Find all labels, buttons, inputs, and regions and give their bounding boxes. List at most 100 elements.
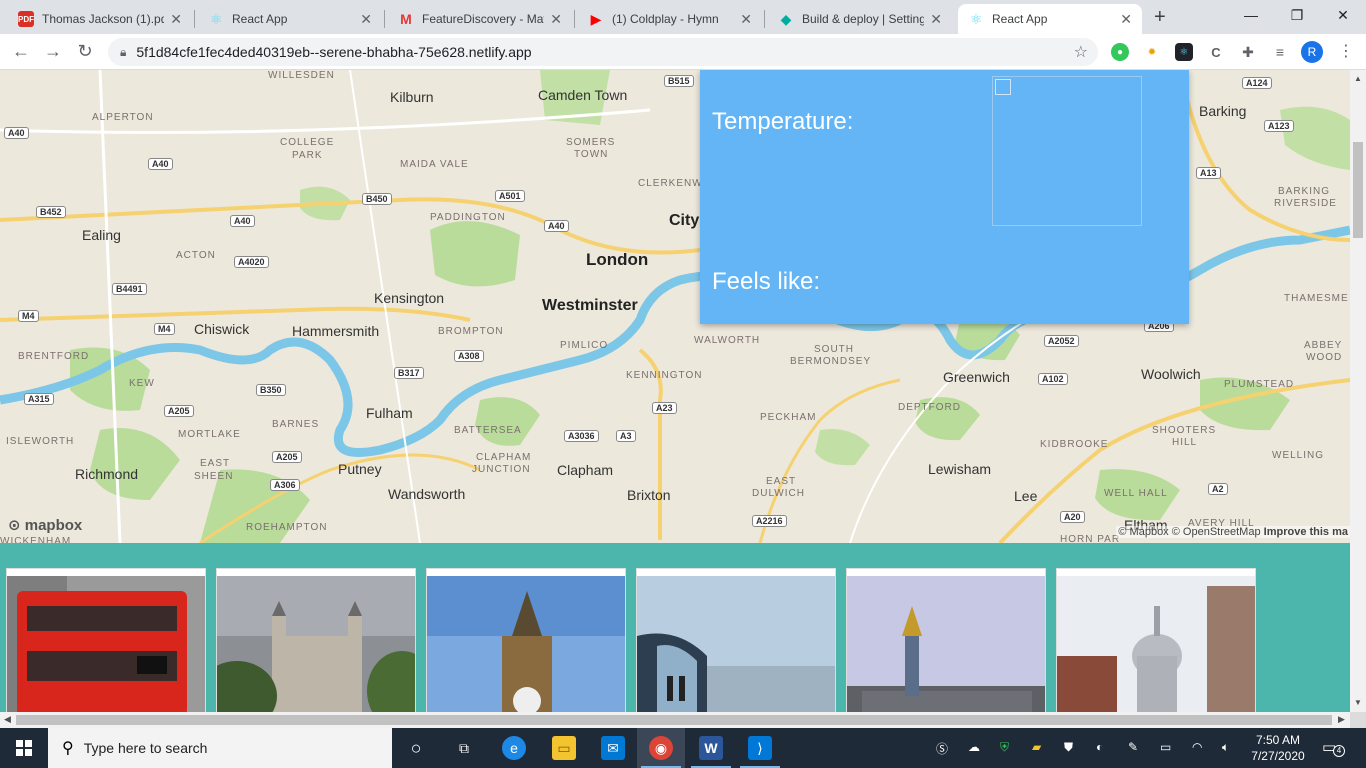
browser-tab[interactable]: PDF Thomas Jackson (1).pdf ✕ xyxy=(8,4,192,34)
close-tab-icon[interactable]: ✕ xyxy=(170,11,182,28)
district-label: PARK xyxy=(292,150,323,161)
close-tab-icon[interactable]: ✕ xyxy=(550,11,562,28)
skype-tray-icon[interactable]: Ⓢ xyxy=(936,740,948,757)
app-tray-icon[interactable]: ◐ xyxy=(1096,740,1103,754)
search-placeholder: Type here to search xyxy=(83,740,208,756)
weather-tray-icon[interactable]: ☁ xyxy=(968,740,980,754)
shield-tray-icon[interactable]: ⛨ xyxy=(1000,740,1009,755)
close-tab-icon[interactable]: ✕ xyxy=(1120,11,1132,28)
battery-icon[interactable]: ▭ xyxy=(1160,740,1171,754)
district-label: ACTON xyxy=(176,250,216,261)
horizontal-scrollbar[interactable]: ◀ ▶ xyxy=(0,712,1350,728)
close-window-button[interactable]: ✕ xyxy=(1320,0,1366,30)
windows-logo-icon xyxy=(16,740,32,756)
chrome-icon[interactable]: ◉ xyxy=(649,736,673,760)
district-label: DEPTFORD xyxy=(898,402,961,413)
osm-attribution-link[interactable]: © OpenStreetMap xyxy=(1172,526,1261,538)
tab-title: FeatureDiscovery - Mat xyxy=(422,12,545,26)
maximize-button[interactable]: ❐ xyxy=(1274,0,1320,30)
district-label: KENNINGTON xyxy=(626,370,703,381)
road-shield: B515 xyxy=(664,75,694,87)
wifi-icon[interactable]: ◠ xyxy=(1192,740,1202,754)
word-icon[interactable]: W xyxy=(699,736,723,760)
district-label: PECKHAM xyxy=(760,412,817,423)
photo-card[interactable] xyxy=(636,568,836,712)
vertical-scroll-thumb[interactable] xyxy=(1353,142,1363,238)
scroll-left-arrow-icon[interactable]: ◀ xyxy=(4,714,11,725)
network-drive-tray-icon[interactable]: ▰ xyxy=(1032,740,1041,754)
tab-favicon-icon: M xyxy=(400,11,412,27)
close-tab-icon[interactable]: ✕ xyxy=(930,11,942,28)
volume-icon[interactable]: 🔈︎ xyxy=(1222,740,1229,755)
tab-title: Build & deploy | Setting xyxy=(802,12,925,26)
security-tray-icon[interactable]: ⛊ xyxy=(1064,740,1073,755)
back-button[interactable]: ← xyxy=(10,41,32,62)
new-tab-button[interactable]: + xyxy=(1154,6,1166,29)
task-view-icon[interactable]: ⧉ xyxy=(452,736,476,760)
browser-tab[interactable]: ▶ (1) Coldplay - Hymn ✕ xyxy=(578,4,762,34)
extension-green-icon[interactable]: ● xyxy=(1111,43,1129,61)
place-label: London xyxy=(586,250,649,269)
london-eye-photo xyxy=(637,576,835,712)
pen-tray-icon[interactable]: ✎ xyxy=(1128,740,1138,754)
buckingham-palace-photo xyxy=(847,576,1045,712)
horizontal-scroll-thumb[interactable] xyxy=(16,715,1332,725)
vertical-scrollbar[interactable]: ▲ ▼ xyxy=(1350,70,1366,712)
forward-button[interactable]: → xyxy=(42,41,64,62)
browser-tab[interactable]: ⚛ React App ✕ xyxy=(958,4,1142,34)
st-pauls-photo xyxy=(1057,576,1255,712)
start-button[interactable] xyxy=(0,728,48,768)
improve-map-link[interactable]: Improve this ma xyxy=(1264,526,1348,538)
browser-menu-icon[interactable]: ⋮ xyxy=(1338,41,1354,61)
photo-card[interactable] xyxy=(426,568,626,712)
photo-card[interactable] xyxy=(1056,568,1256,712)
minimize-button[interactable]: — xyxy=(1228,0,1274,30)
taskbar-clock[interactable]: 7:50 AM 7/27/2020 xyxy=(1246,732,1310,764)
scroll-down-arrow-icon[interactable]: ▼ xyxy=(1354,698,1362,707)
photo-card[interactable] xyxy=(6,568,206,712)
road-shield: A2 xyxy=(1208,483,1228,495)
scroll-up-arrow-icon[interactable]: ▲ xyxy=(1354,74,1362,83)
district-label: WOOD xyxy=(1306,352,1343,363)
action-center-icon[interactable]: ▭ 4 xyxy=(1322,738,1345,757)
media-control-icon[interactable]: ≡ xyxy=(1271,43,1289,61)
weather-icon-image xyxy=(992,76,1142,226)
scroll-right-arrow-icon[interactable]: ▶ xyxy=(1338,714,1345,725)
district-label: PIMLICO xyxy=(560,340,609,351)
address-bar[interactable]: 🔒︎ 5f1d84cfe1fec4ded40319eb--serene-bhab… xyxy=(108,38,1098,66)
close-tab-icon[interactable]: ✕ xyxy=(740,11,752,28)
browser-tab[interactable]: M FeatureDiscovery - Mat ✕ xyxy=(388,4,572,34)
reload-button[interactable]: ↻ xyxy=(74,41,96,62)
file-explorer-icon[interactable]: ▭ xyxy=(552,736,576,760)
road-shield: A40 xyxy=(230,215,255,227)
photo-card[interactable] xyxy=(216,568,416,712)
place-label: Richmond xyxy=(75,466,139,482)
close-tab-icon[interactable]: ✕ xyxy=(360,11,372,28)
cortana-icon[interactable]: ○ xyxy=(404,736,428,760)
mapbox-attribution-link[interactable]: © Mapbox xyxy=(1118,526,1168,538)
edge-icon[interactable]: e xyxy=(502,736,526,760)
mapbox-logo[interactable]: ⊙ mapbox xyxy=(8,516,82,534)
district-label: WELLING xyxy=(1272,450,1325,461)
react-devtools-icon[interactable]: ⚛ xyxy=(1175,43,1193,61)
browser-tab[interactable]: ◆ Build & deploy | Setting ✕ xyxy=(768,4,952,34)
taskbar-search-box[interactable]: ⚲ Type here to search xyxy=(48,728,392,768)
photo-card[interactable] xyxy=(846,568,1046,712)
profile-avatar[interactable]: R xyxy=(1301,41,1323,63)
mail-icon[interactable]: ✉ xyxy=(601,736,625,760)
extensions-puzzle-icon[interactable]: ✚ xyxy=(1239,43,1257,61)
district-label: ALPERTON xyxy=(92,112,154,123)
notification-count-badge: 4 xyxy=(1333,745,1345,757)
district-label: THAMESME xyxy=(1284,293,1349,304)
map[interactable]: Kilburn Camden Town Barking Ealing London Cit… xyxy=(0,70,1350,543)
bookmark-star-icon[interactable]: ☆ xyxy=(1074,42,1088,62)
browser-tab[interactable]: ⚛ React App ✕ xyxy=(198,4,382,34)
place-label: Clapham xyxy=(557,462,614,478)
vscode-icon[interactable]: ⟩ xyxy=(748,736,772,760)
district-label: BROMPTON xyxy=(438,326,504,337)
extension-gear-icon[interactable]: ✹ xyxy=(1143,43,1161,61)
tab-title: (1) Coldplay - Hymn xyxy=(612,12,719,26)
extension-c-icon[interactable]: C xyxy=(1207,43,1225,61)
feels-like-label: Feels like: xyxy=(712,268,821,295)
tab-title: React App xyxy=(232,12,288,26)
